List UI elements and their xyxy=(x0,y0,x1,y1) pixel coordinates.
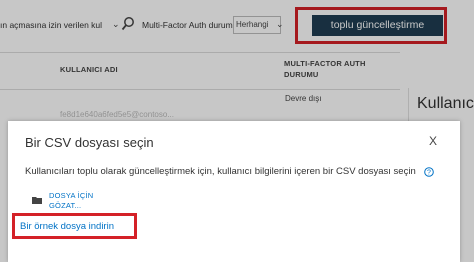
close-icon[interactable]: X xyxy=(429,134,437,148)
info-icon[interactable]: ? xyxy=(424,167,434,177)
download-sample-link[interactable]: Bir örnek dosya indirin xyxy=(20,221,114,232)
svg-text:?: ? xyxy=(427,170,431,177)
folder-icon xyxy=(32,197,42,204)
browse-file-link[interactable]: DOSYA İÇİN GÖZAT... xyxy=(49,191,109,211)
dialog-description: Kullanıcıları toplu olarak güncelleştirm… xyxy=(25,166,416,177)
csv-select-dialog: Bir CSV dosyası seçin X Kullanıcıları to… xyxy=(8,121,460,262)
dialog-title: Bir CSV dosyası seçin xyxy=(25,135,154,150)
